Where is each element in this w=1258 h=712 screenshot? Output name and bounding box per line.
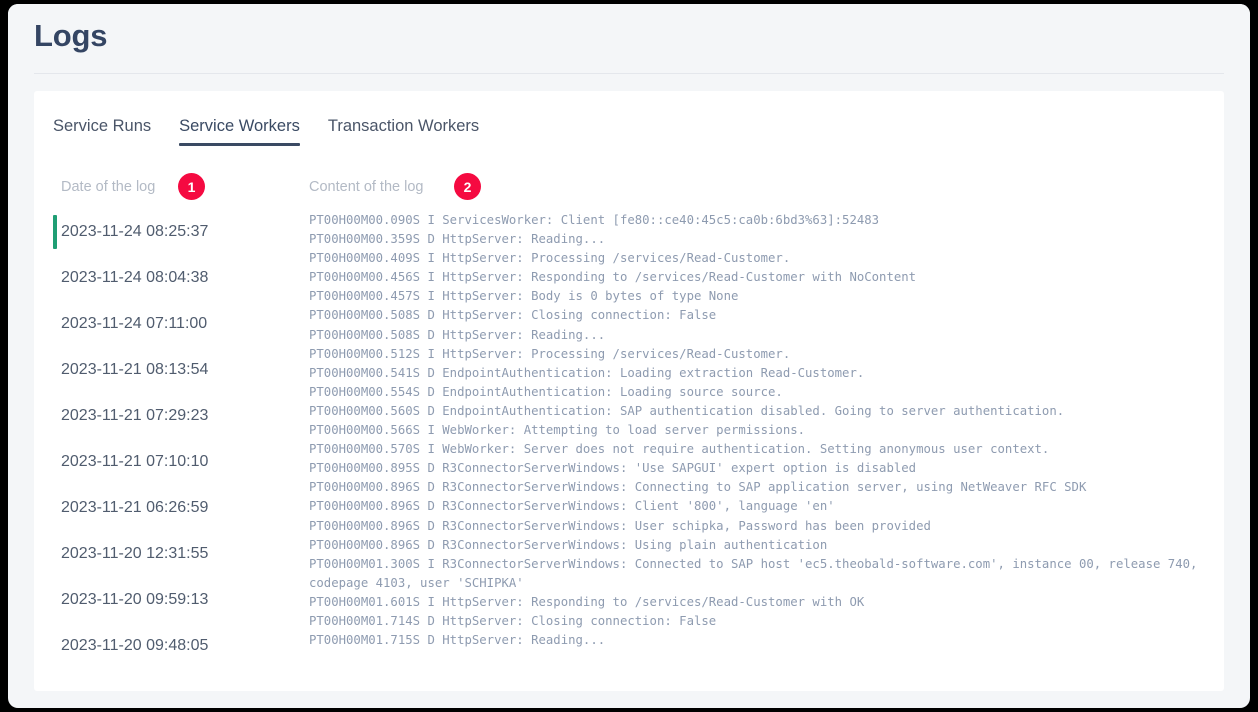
date-list-item[interactable]: 2023-11-21 06:26:59 — [34, 485, 299, 531]
log-line: PT00H00M01.601S I HttpServer: Responding… — [309, 594, 865, 609]
log-line: PT00H00M01.300S I R3ConnectorServerWindo… — [309, 556, 1205, 590]
log-line: PT00H00M00.090S I ServicesWorker: Client… — [309, 213, 880, 227]
date-text: 2023-11-21 07:29:23 — [61, 407, 209, 424]
date-list-item[interactable]: 2023-11-24 07:11:00 — [34, 301, 299, 347]
log-line: PT00H00M00.409S I HttpServer: Processing… — [309, 251, 791, 266]
date-text: 2023-11-24 08:25:37 — [61, 223, 209, 240]
log-line: PT00H00M00.508S D HttpServer: Reading... — [309, 327, 606, 342]
date-text: 2023-11-20 12:31:55 — [61, 545, 209, 562]
log-line: PT00H00M00.566S I WebWorker: Attempting … — [309, 423, 806, 438]
window-frame: Logs Service Runs Service Workers Transact… — [0, 0, 1258, 712]
log-line: PT00H00M00.895S D R3ConnectorServerWindo… — [309, 461, 917, 476]
date-list-item[interactable]: 2023-11-21 07:29:23 — [34, 393, 299, 439]
page-title: Logs — [34, 18, 108, 53]
log-line: PT00H00M00.541S D EndpointAuthentication… — [309, 365, 865, 380]
selected-indicator — [53, 261, 57, 295]
header-divider — [34, 73, 1224, 74]
annotation-badge-1: 1 — [178, 173, 205, 200]
selected-indicator — [53, 629, 57, 663]
date-text: 2023-11-21 06:26:59 — [61, 499, 209, 516]
log-line: PT00H00M00.457S I HttpServer: Body is 0 … — [309, 289, 739, 304]
log-line: PT00H00M00.456S I HttpServer: Responding… — [309, 270, 917, 285]
log-line: PT00H00M01.715S D HttpServer: Reading... — [309, 633, 606, 648]
date-list-item[interactable]: 2023-11-20 12:31:55 — [34, 531, 299, 577]
date-text: 2023-11-20 09:59:13 — [61, 591, 209, 608]
date-list: 2023-11-24 08:25:37 2023-11-24 08:04:38 20… — [34, 209, 299, 669]
log-line: PT00H00M00.512S I HttpServer: Processing… — [309, 346, 791, 361]
selected-indicator — [53, 445, 57, 479]
selected-indicator — [53, 399, 57, 433]
log-line: PT00H00M00.554S D EndpointAuthentication… — [309, 384, 783, 399]
annotation-badge-2: 2 — [454, 173, 481, 200]
tab-bar: Service Runs Service Workers Transaction W… — [53, 117, 507, 146]
date-list-item[interactable]: 2023-11-20 09:48:05 — [34, 623, 299, 669]
date-list-item[interactable]: 2023-11-20 09:59:13 — [34, 577, 299, 623]
date-text: 2023-11-20 09:48:05 — [61, 637, 209, 654]
date-list-item[interactable]: 2023-11-24 08:04:38 — [34, 255, 299, 301]
selected-indicator — [53, 491, 57, 525]
log-line: PT00H00M01.714S D HttpServer: Closing co… — [309, 613, 717, 628]
log-line: PT00H00M00.896S D R3ConnectorServerWindo… — [309, 537, 828, 552]
log-line: PT00H00M00.896S D R3ConnectorServerWindo… — [309, 518, 931, 533]
log-line: PT00H00M00.896S D R3ConnectorServerWindo… — [309, 480, 1087, 495]
selected-indicator — [53, 537, 57, 571]
content-column-header: Content of the log — [309, 179, 424, 195]
tab-service-runs[interactable]: Service Runs — [53, 117, 151, 146]
tab-service-workers[interactable]: Service Workers — [179, 117, 300, 146]
log-content-panel: PT00H00M00.090S I ServicesWorker: Client… — [309, 211, 1209, 650]
log-line: PT00H00M00.359S D HttpServer: Reading... — [309, 232, 606, 247]
selected-indicator — [53, 353, 57, 387]
log-line: PT00H00M00.570S I WebWorker: Server does… — [309, 442, 1050, 457]
date-list-item[interactable]: 2023-11-21 08:13:54 — [34, 347, 299, 393]
date-list-item[interactable]: 2023-11-21 07:10:10 — [34, 439, 299, 485]
selected-indicator — [53, 583, 57, 617]
date-text: 2023-11-21 07:10:10 — [61, 453, 209, 470]
page-container: Logs Service Runs Service Workers Transact… — [8, 4, 1250, 708]
date-text: 2023-11-21 08:13:54 — [61, 361, 209, 378]
log-line: PT00H00M00.560S D EndpointAuthentication… — [309, 403, 1065, 418]
log-line: PT00H00M00.508S D HttpServer: Closing co… — [309, 308, 717, 323]
date-list-item[interactable]: 2023-11-24 08:25:37 — [34, 209, 299, 255]
tab-transaction-workers[interactable]: Transaction Workers — [328, 117, 479, 146]
logs-card: Service Runs Service Workers Transaction W… — [34, 91, 1224, 691]
selected-indicator — [53, 215, 57, 249]
date-text: 2023-11-24 07:11:00 — [61, 315, 208, 332]
date-text: 2023-11-24 08:04:38 — [61, 269, 209, 286]
log-line: PT00H00M00.896S D R3ConnectorServerWindo… — [309, 499, 835, 514]
page-header: Logs — [8, 4, 1250, 74]
date-column-header: Date of the log — [61, 179, 156, 195]
selected-indicator — [53, 307, 57, 341]
